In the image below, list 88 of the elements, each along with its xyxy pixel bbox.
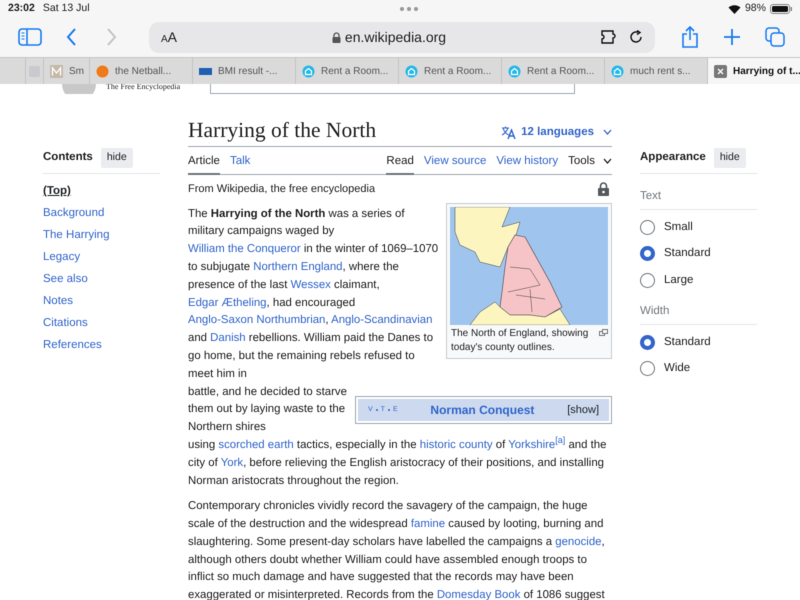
tools-menu[interactable]: Tools xyxy=(568,150,612,176)
navbox-title[interactable]: Norman Conquest xyxy=(430,401,534,420)
browser-tab[interactable]: the Netball... xyxy=(89,58,192,84)
toc-link[interactable]: Notes xyxy=(43,294,160,309)
show-toggle[interactable]: [show] xyxy=(567,402,599,418)
separator-dot-icon xyxy=(376,409,378,412)
close-icon[interactable] xyxy=(714,64,727,78)
appearance-heading: Appearance xyxy=(640,150,706,166)
hide-button[interactable]: hide xyxy=(714,148,746,168)
browser-tab[interactable]: Harrying of t... xyxy=(707,58,800,84)
radio-button[interactable] xyxy=(640,361,655,376)
toc-link[interactable]: Legacy xyxy=(43,250,160,265)
radio-option[interactable]: Wide xyxy=(640,360,757,378)
article-link[interactable]: Anglo-Scandinavian xyxy=(331,314,432,326)
toc-link[interactable]: See also xyxy=(43,272,160,287)
radio-option[interactable]: Large xyxy=(640,272,757,289)
address-bar[interactable]: AA en.wikipedia.org xyxy=(149,22,655,52)
languages-button[interactable]: 12 languages xyxy=(501,124,612,141)
page-action-tab[interactable]: View source xyxy=(424,150,486,176)
article-link[interactable]: Northern England xyxy=(253,260,343,273)
article-link[interactable]: Wessex xyxy=(290,278,331,291)
radio-option[interactable]: Standard xyxy=(640,245,757,262)
contents-heading: Contents xyxy=(43,150,93,166)
reference-link[interactable]: [a] xyxy=(555,435,566,446)
text-size-button[interactable]: AA xyxy=(161,26,178,48)
search-field[interactable] xyxy=(210,84,576,94)
article-link[interactable]: Anglo-Saxon Northumbrian xyxy=(188,314,326,326)
browser-tab[interactable]: Rent a Room... xyxy=(501,58,604,84)
figure-caption: The North of England, showing today's county outlines. xyxy=(450,326,590,355)
status-time: 23:02 xyxy=(8,0,35,16)
toc-link[interactable]: The Harrying xyxy=(43,228,160,243)
chevron-down-icon xyxy=(603,129,612,136)
radio-option[interactable]: Standard xyxy=(640,334,757,352)
page-action-tab[interactable]: Read xyxy=(386,150,414,176)
battery-percent: 98% xyxy=(744,0,766,16)
article-link[interactable]: scorched earth xyxy=(218,438,294,451)
more-dots-icon xyxy=(400,6,418,10)
from-wikipedia-note: From Wikipedia, the free encyclopedia xyxy=(188,182,376,198)
sidebar-icon[interactable] xyxy=(18,28,42,46)
hide-button[interactable]: hide xyxy=(100,148,133,168)
lock-icon[interactable] xyxy=(598,182,609,196)
page-tab[interactable]: Article xyxy=(188,150,220,176)
article-link[interactable]: William the Conqueror xyxy=(188,243,301,256)
article-link[interactable]: famine xyxy=(410,518,446,530)
radio-option[interactable]: Small xyxy=(640,219,757,236)
home-icon xyxy=(611,64,624,78)
wifi-icon xyxy=(728,4,741,14)
home-icon xyxy=(302,64,315,78)
battery-icon xyxy=(770,4,792,14)
page-tab[interactable]: Talk xyxy=(230,150,250,176)
share-icon[interactable] xyxy=(681,26,699,48)
toc-link[interactable]: References xyxy=(43,338,160,353)
home-icon xyxy=(405,64,418,78)
status-date: Sat 13 Jul xyxy=(42,0,90,16)
toc-link[interactable]: Background xyxy=(43,206,160,221)
browser-tab[interactable]: Rent a Room... xyxy=(295,58,398,84)
ball-icon xyxy=(96,64,109,78)
separator-dot-icon xyxy=(388,409,390,412)
radio-button[interactable] xyxy=(640,272,655,288)
option-group-label: Text xyxy=(640,178,757,210)
radio-button[interactable] xyxy=(640,335,655,350)
article-link[interactable]: Danish xyxy=(210,332,246,344)
reload-icon[interactable] xyxy=(629,30,643,44)
back-icon[interactable] xyxy=(66,28,77,46)
radio-button[interactable] xyxy=(640,246,655,262)
translate-icon xyxy=(501,126,516,139)
page-action-tab[interactable]: View history xyxy=(496,150,558,176)
new-tab-icon[interactable] xyxy=(723,28,741,46)
option-group-label: Width xyxy=(640,292,757,325)
enlarge-icon[interactable] xyxy=(599,328,608,336)
letter-icon xyxy=(50,64,63,78)
browser-tab[interactable]: Rent a Room... xyxy=(398,58,501,84)
toc-link[interactable]: (Top) xyxy=(43,184,160,199)
home-icon xyxy=(508,64,521,78)
article-link[interactable]: historic county xyxy=(420,438,493,451)
article-link[interactable]: Edgar Ætheling xyxy=(188,296,267,309)
article-text: using scorched earth tactics, especially in the historic county of Yorkshire$^{[a]}$ and the city of York, before relieving the English aristocracy of their positions, and installing Norman aristocrats throughout the region. xyxy=(188,436,608,488)
radio-button[interactable] xyxy=(640,220,655,236)
tabs-overview-icon[interactable] xyxy=(765,27,785,47)
chevron-down-icon xyxy=(603,158,612,164)
toc-link[interactable]: Citations xyxy=(43,316,160,331)
url-text: en.wikipedia.org xyxy=(344,28,446,47)
browser-tab[interactable]: BMI result -... xyxy=(192,58,295,84)
article-link[interactable]: genocide xyxy=(555,536,602,548)
lock-icon xyxy=(332,32,341,42)
article-link[interactable]: Yorkshire xyxy=(508,438,556,451)
article-title: Harrying of the North xyxy=(188,118,376,144)
article-link[interactable]: York xyxy=(220,456,244,469)
